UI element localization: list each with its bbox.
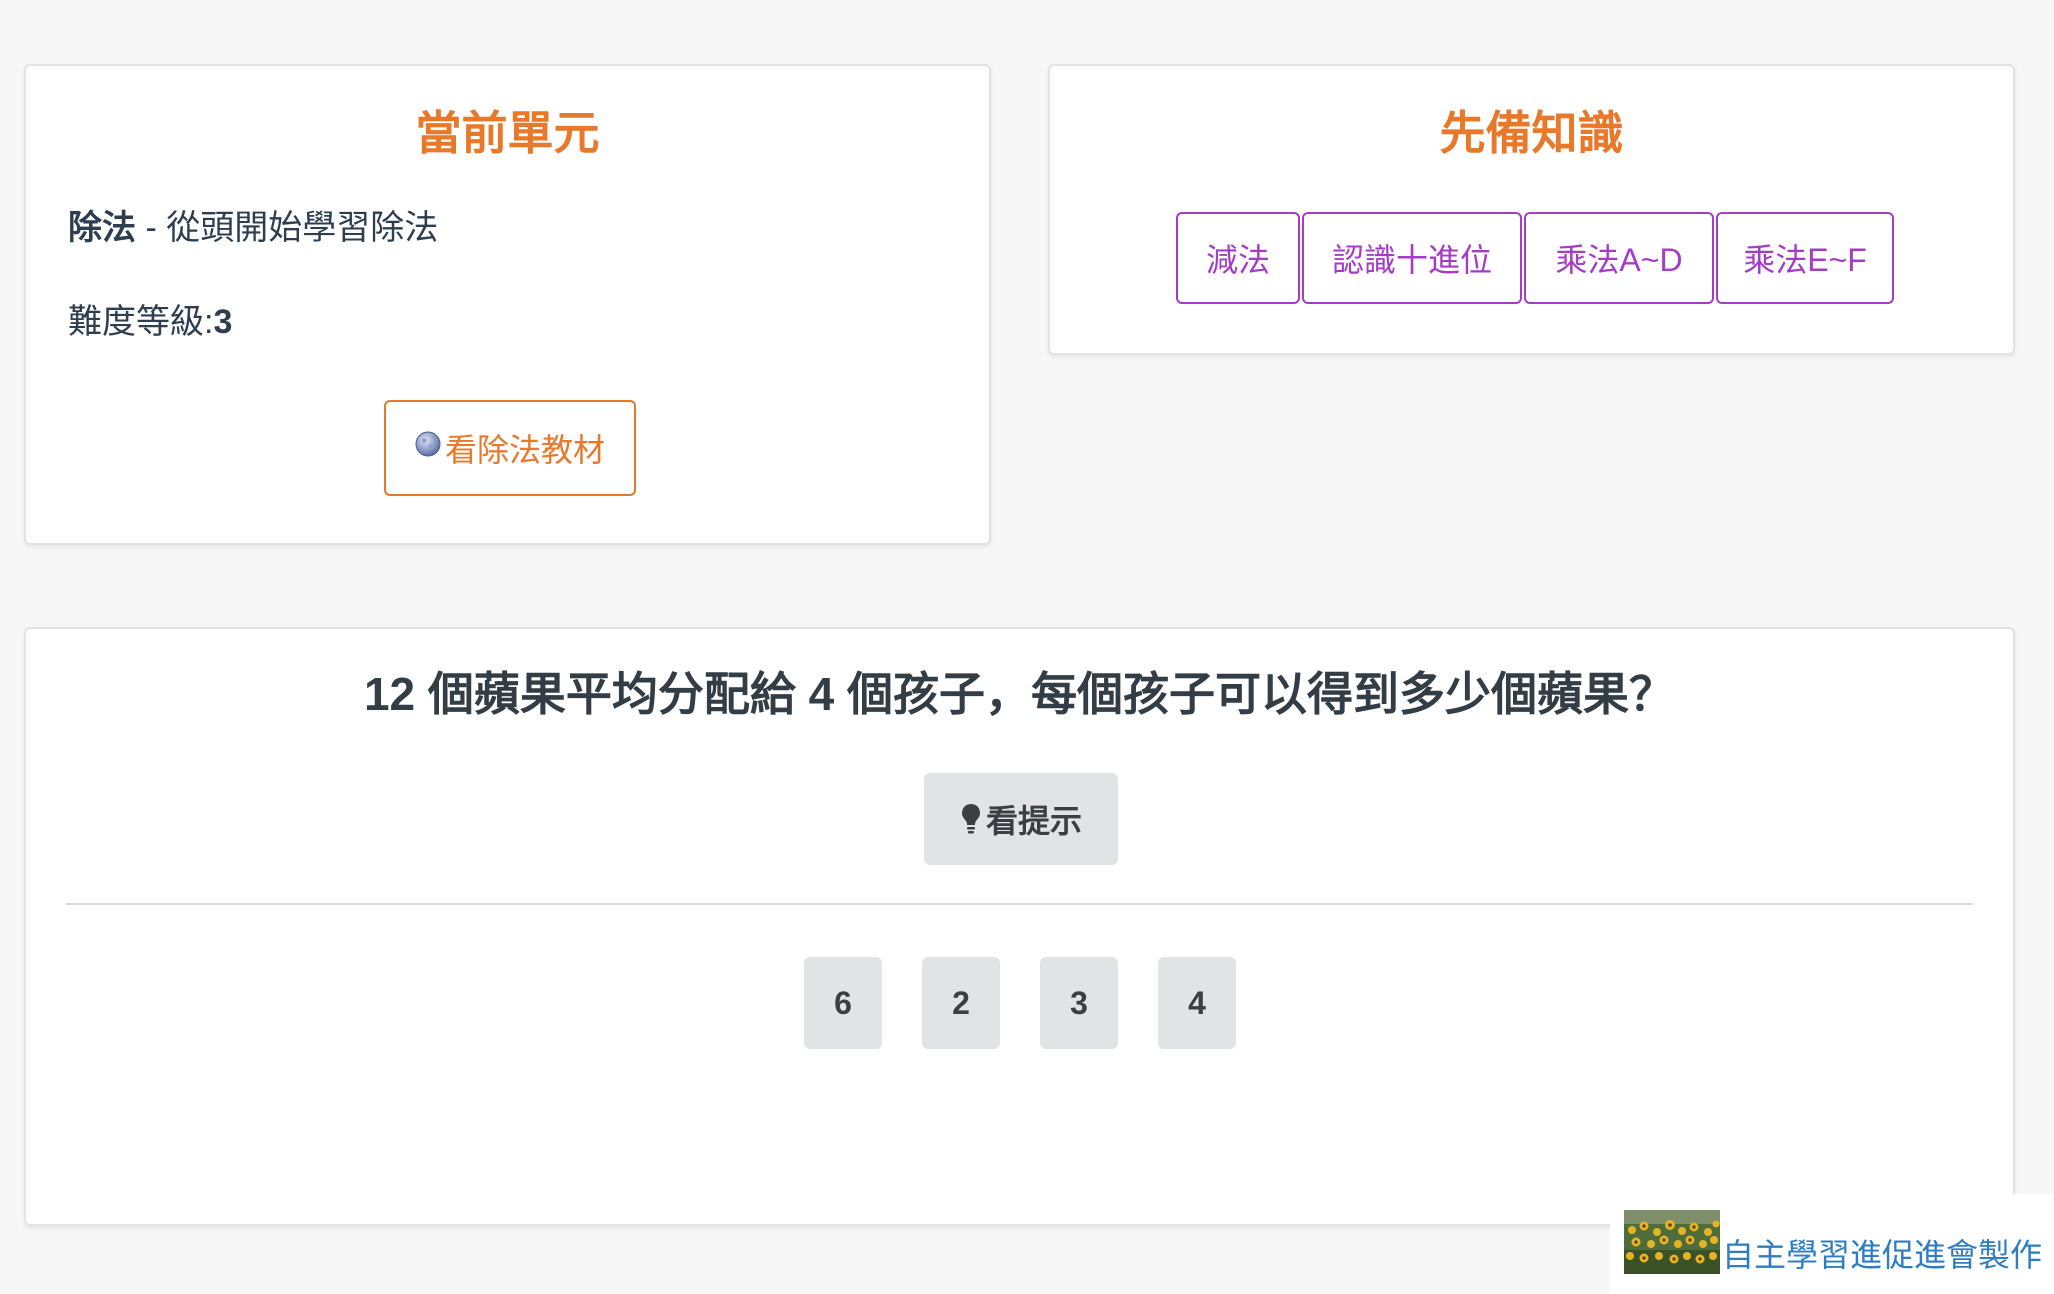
unit-name: 除法: [68, 209, 136, 247]
view-hint-label: 看提示: [985, 803, 1082, 839]
globe-icon: [415, 431, 441, 457]
answer-option-button[interactable]: 3: [1040, 957, 1118, 1049]
answer-option-button[interactable]: 6: [804, 957, 882, 1049]
lightbulb-icon: [961, 804, 980, 834]
difficulty-level: 難度等級:3: [68, 300, 232, 344]
current-unit-card: 當前單元 除法 - 從頭開始學習除法 難度等級:3 看除法教材: [24, 64, 991, 545]
prerequisite-button-multiplication-e-f[interactable]: 乘法E~F: [1716, 212, 1894, 304]
prerequisite-title: 先備知識: [1439, 107, 1624, 159]
credit-badge[interactable]: 自主學習進促進會製作: [1610, 1194, 2054, 1294]
view-hint-button[interactable]: 看提示: [924, 773, 1118, 865]
credit-text: 自主學習進促進會製作: [1722, 1237, 2043, 1273]
prerequisite-button-multiplication-a-d[interactable]: 乘法A~D: [1524, 212, 1714, 304]
current-unit-title: 當前單元: [415, 107, 600, 159]
question-card: 12 個蘋果平均分配給 4 個孩子，每個孩子可以得到多少個蘋果？ 看提示 6 2…: [24, 627, 2015, 1226]
unit-separator: -: [136, 209, 167, 247]
difficulty-label: 難度等級:: [68, 303, 214, 341]
view-material-label: 看除法教材: [444, 432, 605, 468]
prerequisite-button-subtraction[interactable]: 減法: [1176, 212, 1300, 304]
prerequisite-button-decimal[interactable]: 認識十進位: [1302, 212, 1522, 304]
question-text: 12 個蘋果平均分配給 4 個孩子，每個孩子可以得到多少個蘋果？: [363, 668, 1676, 720]
divider: [66, 903, 1973, 905]
view-material-button[interactable]: 看除法教材: [384, 400, 636, 496]
difficulty-value: 3: [213, 303, 233, 341]
prerequisite-list: 減法 認識十進位 乘法A~D 乘法E~F: [1176, 212, 1896, 304]
answer-option-button[interactable]: 2: [922, 957, 1000, 1049]
sunflower-field-image: [1624, 1210, 1720, 1274]
prerequisite-card: 先備知識 減法 認識十進位 乘法A~D 乘法E~F: [1048, 64, 2015, 355]
answer-options: 6 2 3 4: [804, 957, 1276, 1049]
answer-option-button[interactable]: 4: [1158, 957, 1236, 1049]
unit-description: 從頭開始學習除法: [166, 209, 439, 247]
unit-info: 除法 - 從頭開始學習除法: [68, 206, 438, 250]
